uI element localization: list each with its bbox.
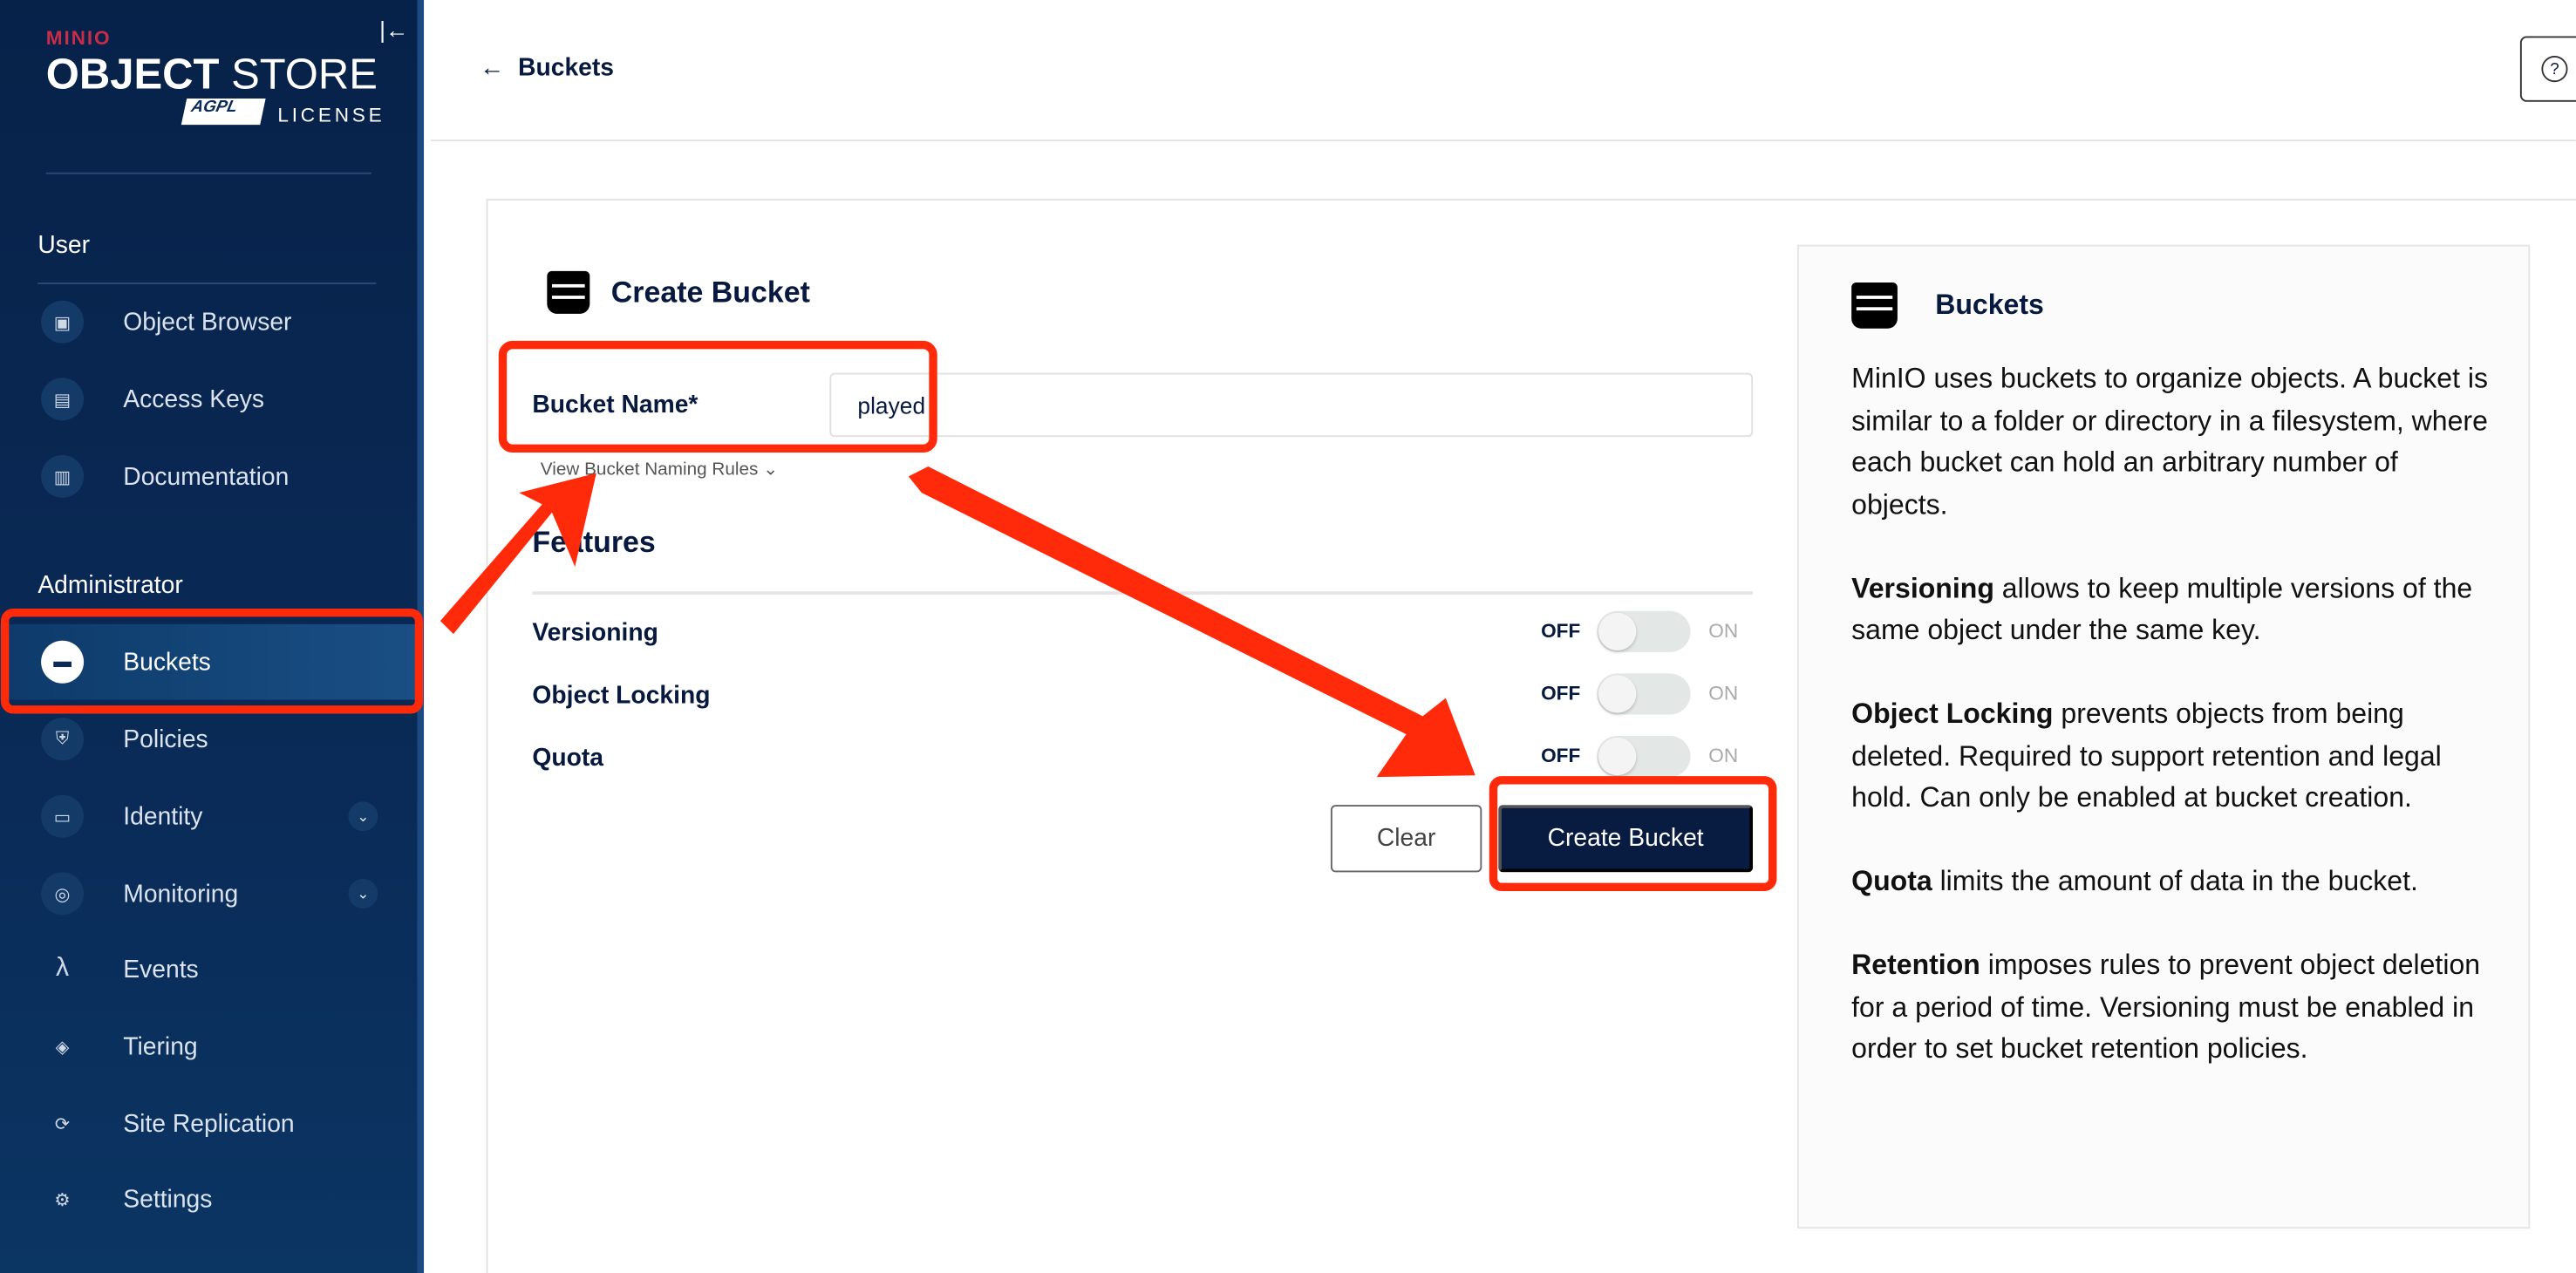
sidebar-item-label: Site Replication bbox=[123, 1109, 295, 1138]
sidebar-item-label: Access Keys bbox=[123, 385, 265, 413]
sync-icon: ⟳ bbox=[54, 1114, 71, 1134]
object-locking-label: Object Locking bbox=[532, 681, 711, 710]
term: Retention bbox=[1851, 949, 1980, 981]
desc: limits the amount of data in the bucket. bbox=[1932, 865, 2418, 897]
bucket-icon bbox=[1851, 283, 1898, 329]
create-bucket-button[interactable]: Create Bucket bbox=[1498, 805, 1754, 873]
form-title-text: Create Bucket bbox=[610, 275, 810, 309]
versioning-toggle[interactable] bbox=[1597, 610, 1691, 652]
off-label: OFF bbox=[1541, 744, 1581, 767]
shield-icon: ⛨ bbox=[41, 718, 85, 761]
chevron-down-icon[interactable]: ⌄ bbox=[348, 801, 378, 832]
sidebar-item-label: Settings bbox=[123, 1185, 213, 1214]
help-title: Buckets bbox=[1935, 289, 2044, 321]
back-label: Buckets bbox=[518, 54, 615, 83]
key-icon: ▤ bbox=[41, 378, 85, 421]
view-naming-rules-link[interactable]: View Bucket Naming Rules ⌄ bbox=[541, 459, 779, 480]
on-label: ON bbox=[1708, 681, 1739, 705]
help-paragraph: MinIO uses buckets to organize objects. … bbox=[1851, 363, 2489, 521]
bucket-icon: ▬ bbox=[41, 640, 85, 684]
quota-toggle[interactable] bbox=[1597, 735, 1691, 778]
layers-icon: ◈ bbox=[55, 1037, 70, 1058]
sidebar-item-monitoring[interactable]: ◎ Monitoring ⌄ bbox=[0, 856, 418, 932]
section-administrator: Administrator bbox=[37, 571, 183, 600]
agpl-badge: AGPL bbox=[181, 99, 266, 126]
sidebar-item-settings[interactable]: ⚙ Settings bbox=[0, 1161, 418, 1237]
document-icon: ▥ bbox=[41, 454, 85, 498]
sidebar-item-object-browser[interactable]: ▣ Object Browser bbox=[0, 284, 418, 360]
bucket-name-label: Bucket Name* bbox=[532, 391, 699, 419]
minio-logo: MINIO OBJECT STORE AGPL LICENSE bbox=[45, 26, 382, 126]
on-label: ON bbox=[1708, 744, 1739, 767]
top-bar: ← Buckets ? bbox=[430, 0, 2576, 142]
back-to-buckets-link[interactable]: ← Buckets bbox=[480, 54, 614, 82]
off-label: OFF bbox=[1541, 619, 1581, 643]
logo-product-light: STORE bbox=[231, 49, 378, 99]
sidebar-item-policies[interactable]: ⛨ Policies bbox=[0, 701, 418, 777]
sidebar: MINIO OBJECT STORE AGPL LICENSE |← User … bbox=[0, 0, 425, 1273]
divider bbox=[45, 172, 371, 174]
bucket-name-input[interactable] bbox=[829, 372, 1754, 438]
logo-product: OBJECT bbox=[45, 49, 220, 99]
sidebar-item-label: Object Browser bbox=[123, 308, 292, 337]
monitor-icon: ◎ bbox=[41, 872, 85, 916]
sidebar-item-label: Tiering bbox=[123, 1032, 198, 1061]
folder-icon: ▣ bbox=[41, 300, 85, 344]
sidebar-item-label: Policies bbox=[123, 725, 208, 753]
logo-brand: MINIO bbox=[45, 26, 112, 50]
sidebar-item-label: Monitoring bbox=[123, 879, 239, 908]
sidebar-item-documentation[interactable]: ▥ Documentation bbox=[0, 439, 418, 514]
clear-button[interactable]: Clear bbox=[1330, 805, 1482, 873]
naming-rules-text: View Bucket Naming Rules bbox=[540, 460, 759, 480]
chevron-down-icon[interactable]: ⌄ bbox=[348, 878, 378, 909]
help-icon: ? bbox=[2541, 56, 2568, 83]
term: Quota bbox=[1851, 865, 1932, 897]
sidebar-item-events[interactable]: λ Events bbox=[0, 931, 418, 1007]
sidebar-item-buckets[interactable]: ▬ Buckets bbox=[0, 623, 418, 700]
arrow-left-icon: ← bbox=[480, 54, 505, 83]
logo-license: LICENSE bbox=[277, 103, 385, 127]
bucket-icon bbox=[547, 270, 590, 314]
object-locking-toggle[interactable] bbox=[1597, 673, 1691, 715]
help-text: MinIO uses buckets to organize objects. … bbox=[1851, 358, 2492, 1113]
help-button[interactable]: ? bbox=[2519, 36, 2576, 102]
lambda-icon: λ bbox=[56, 954, 70, 983]
id-card-icon: ▭ bbox=[41, 794, 85, 838]
sidebar-item-tiering[interactable]: ◈ Tiering bbox=[0, 1009, 418, 1085]
term: Object Locking bbox=[1851, 698, 2054, 730]
sidebar-item-label: Identity bbox=[123, 802, 203, 831]
gear-icon: ⚙ bbox=[54, 1189, 71, 1210]
section-user: User bbox=[37, 231, 90, 260]
versioning-label: Versioning bbox=[532, 619, 658, 648]
help-paragraph: Versioning allows to keep multiple versi… bbox=[1851, 568, 2492, 651]
sidebar-item-site-replication[interactable]: ⟳ Site Replication bbox=[0, 1086, 418, 1161]
help-box: Buckets MinIO uses buckets to organize o… bbox=[1796, 244, 2531, 1229]
off-label: OFF bbox=[1541, 681, 1581, 705]
chevron-down-icon: ⌄ bbox=[763, 460, 779, 480]
form-title: Create Bucket bbox=[547, 270, 810, 314]
features-heading: Features bbox=[532, 525, 656, 559]
sidebar-item-label: Buckets bbox=[123, 648, 211, 677]
sidebar-item-label: Documentation bbox=[123, 462, 290, 491]
sidebar-item-identity[interactable]: ▭ Identity ⌄ bbox=[0, 779, 418, 854]
help-paragraph: Object Locking prevents objects from bei… bbox=[1851, 693, 2492, 819]
on-label: ON bbox=[1708, 619, 1739, 643]
sidebar-item-access-keys[interactable]: ▤ Access Keys bbox=[0, 361, 418, 437]
collapse-sidebar-icon[interactable]: |← bbox=[379, 17, 408, 43]
help-paragraph: Retention imposes rules to prevent objec… bbox=[1851, 944, 2492, 1070]
divider bbox=[532, 591, 1754, 595]
term: Versioning bbox=[1851, 572, 1994, 604]
sidebar-item-label: Events bbox=[123, 955, 199, 984]
quota-label: Quota bbox=[532, 744, 604, 773]
help-paragraph: Quota limits the amount of data in the b… bbox=[1851, 861, 2492, 902]
